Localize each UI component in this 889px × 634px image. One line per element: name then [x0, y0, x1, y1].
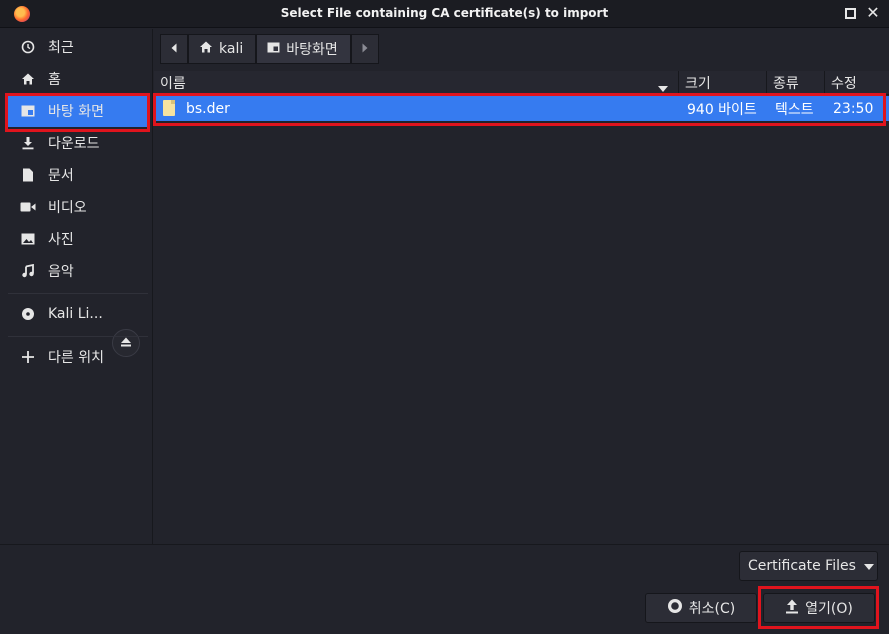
- table-row[interactable]: bs.der 940 바이트 텍스트 23:50: [154, 96, 889, 121]
- sidebar-separator: [8, 293, 148, 294]
- column-header-label: 종류: [773, 76, 799, 92]
- sidebar-item-label: 음악: [48, 264, 74, 280]
- sort-down-icon: [658, 80, 668, 96]
- sidebar-item-label: 비디오: [48, 200, 87, 216]
- upload-icon: [785, 599, 799, 618]
- path-crumb-label: kali: [219, 41, 244, 57]
- sidebar-item-recent[interactable]: 최근: [8, 31, 148, 63]
- path-back-button[interactable]: [160, 34, 188, 64]
- file-modified: 23:50: [833, 100, 874, 117]
- cancel-button[interactable]: 취소(C): [645, 593, 757, 623]
- sidebar-separator: [8, 336, 148, 337]
- sidebar-item-desktop[interactable]: 바탕 화면: [8, 95, 148, 127]
- open-button[interactable]: 열기(O): [763, 593, 875, 623]
- document-icon: [8, 168, 48, 182]
- sidebar-item-home[interactable]: 홈: [8, 63, 148, 95]
- sidebar-item-label: 다운로드: [48, 136, 100, 152]
- sidebar-item-label: 홈: [48, 72, 61, 88]
- sidebar-item-volume[interactable]: Kali Li...: [8, 298, 148, 330]
- window-title: Select File containing CA certificate(s)…: [280, 6, 609, 20]
- sidebar-item-label: 문서: [48, 168, 74, 184]
- sidebar-item-label: 최근: [48, 40, 74, 56]
- disc-icon: [8, 307, 48, 321]
- clock-icon: [8, 40, 48, 54]
- path-bar: kali 바탕화면: [160, 34, 379, 64]
- picture-icon: [8, 233, 48, 245]
- path-crumb-label: 바탕화면: [286, 42, 338, 58]
- download-icon: [8, 136, 48, 150]
- path-crumb-home[interactable]: kali: [188, 34, 257, 64]
- sidebar-item-label: 바탕 화면: [48, 104, 104, 120]
- file-list: 이름 크기 종류 수정 bs.der 940 바이트 텍스트 23:50: [154, 71, 889, 544]
- column-header-label: 수정: [831, 76, 857, 92]
- music-icon: [8, 264, 48, 278]
- plus-icon: [8, 350, 48, 364]
- text-file-icon: [163, 100, 175, 116]
- column-header-modified[interactable]: 수정: [825, 71, 889, 95]
- sidebar-item-label: Kali Li...: [48, 306, 103, 322]
- close-button[interactable]: ✕: [865, 5, 881, 21]
- sidebar-item-music[interactable]: 음악: [8, 255, 148, 287]
- desktop-icon: [267, 41, 280, 57]
- sidebar-item-downloads[interactable]: 다운로드: [8, 127, 148, 159]
- sidebar-item-label: 다른 위치: [48, 350, 104, 366]
- column-header-label: 이름: [160, 76, 186, 92]
- path-crumb-desktop[interactable]: 바탕화면: [256, 34, 351, 64]
- column-header-label: 크기: [685, 76, 711, 92]
- file-type-filter[interactable]: Certificate Files: [739, 551, 878, 581]
- home-icon: [199, 40, 213, 58]
- cancel-label: 취소(C): [688, 601, 736, 617]
- column-header-type[interactable]: 종류: [767, 71, 825, 95]
- home-icon: [8, 72, 48, 86]
- chevron-down-icon: [863, 558, 874, 574]
- file-type: 텍스트: [775, 101, 814, 118]
- video-icon: [8, 201, 48, 213]
- column-header-size[interactable]: 크기: [679, 71, 767, 95]
- open-label: 열기(O): [805, 601, 853, 617]
- filter-label: Certificate Files: [748, 558, 856, 574]
- desktop-icon: [8, 105, 48, 117]
- list-header: 이름 크기 종류 수정: [154, 71, 889, 95]
- sidebar-item-videos[interactable]: 비디오: [8, 191, 148, 223]
- sidebar-item-documents[interactable]: 문서: [8, 159, 148, 191]
- column-header-name[interactable]: 이름: [154, 71, 679, 95]
- cancel-icon: [667, 598, 683, 618]
- places-sidebar: 최근 홈 바탕 화면 다운로드 문서 비디오 사진 음악 Kali Li... …: [0, 29, 153, 544]
- title-bar: Select File containing CA certificate(s)…: [0, 0, 889, 28]
- sidebar-item-other-locations[interactable]: 다른 위치: [8, 341, 148, 373]
- maximize-button[interactable]: [845, 8, 856, 19]
- chevron-left-icon: [171, 41, 177, 57]
- file-name: bs.der: [186, 100, 230, 117]
- sidebar-item-pictures[interactable]: 사진: [8, 223, 148, 255]
- sidebar-item-label: 사진: [48, 232, 74, 248]
- path-forward-button[interactable]: [350, 34, 379, 64]
- chevron-right-icon: [362, 41, 368, 57]
- file-size: 940 바이트: [687, 101, 757, 118]
